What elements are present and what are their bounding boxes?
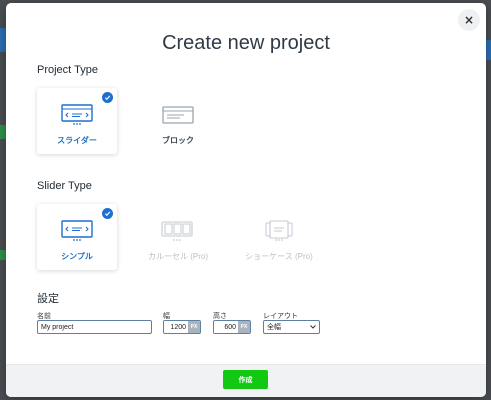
layout-select[interactable]: 全幅 [263, 320, 320, 334]
project-type-heading: Project Type [37, 64, 98, 76]
check-icon [102, 208, 113, 219]
name-input[interactable] [37, 320, 152, 334]
option-label: ブロック [162, 136, 194, 145]
option-label: カルーセル (Pro) [148, 252, 208, 261]
dialog-title: Create new project [162, 32, 330, 54]
create-project-dialog: × Create new project Project Type スライダー [6, 3, 486, 397]
slider-icon [61, 101, 93, 129]
width-field: PX [163, 320, 201, 334]
slider-type-showcase-option: ショーケース (Pro) [239, 204, 319, 270]
slider-type-simple-option[interactable]: シンプル [37, 204, 117, 270]
simple-slider-icon [61, 217, 93, 245]
height-field: PX [213, 320, 251, 334]
layout-selected-value: 全幅 [267, 324, 281, 331]
height-input[interactable] [214, 321, 238, 333]
carousel-icon [161, 217, 195, 245]
dialog-footer: 作成 [6, 364, 486, 397]
showcase-icon [263, 217, 295, 245]
slider-type-heading: Slider Type [37, 180, 92, 192]
height-unit-label: PX [238, 321, 250, 333]
project-type-block-option[interactable]: ブロック [138, 88, 218, 154]
project-type-slider-option[interactable]: スライダー [37, 88, 117, 154]
close-button[interactable]: × [458, 9, 480, 31]
width-input[interactable] [164, 321, 188, 333]
chevron-down-icon [310, 324, 316, 331]
settings-heading: 設定 [37, 293, 59, 305]
check-icon [102, 92, 113, 103]
close-icon[interactable]: × [464, 13, 474, 27]
option-label: ショーケース (Pro) [245, 252, 313, 261]
slider-type-carousel-option: カルーセル (Pro) [138, 204, 218, 270]
option-label: スライダー [57, 136, 97, 145]
block-icon [162, 101, 194, 129]
option-label: シンプル [61, 252, 93, 261]
width-unit-label: PX [188, 321, 200, 333]
create-button[interactable]: 作成 [223, 370, 268, 389]
